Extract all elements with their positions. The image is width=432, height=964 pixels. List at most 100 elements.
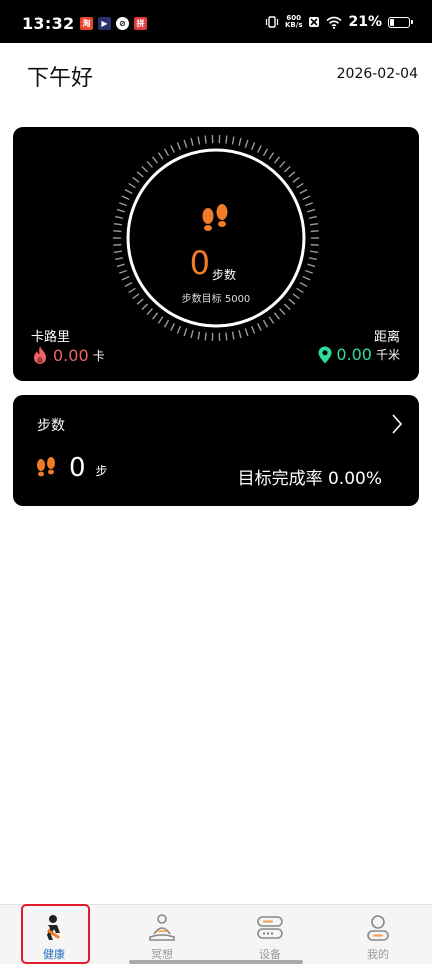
dial-tick xyxy=(113,250,123,254)
dial-tick xyxy=(163,319,170,328)
dial-tick xyxy=(124,281,133,287)
dial-tick xyxy=(257,145,262,153)
dial-ticks xyxy=(113,135,319,341)
dial-tick xyxy=(244,139,249,148)
dial-tick xyxy=(183,139,188,148)
dial-tick xyxy=(204,135,207,144)
sim-off-icon xyxy=(309,17,320,27)
dial-tick xyxy=(283,303,291,311)
dial-tick xyxy=(204,332,207,341)
dial-tick xyxy=(309,222,319,226)
distance-row: 0.00 千米 xyxy=(318,345,400,364)
notification-app-3-icon: ⊘ xyxy=(116,17,129,30)
flame-icon xyxy=(34,346,46,364)
steps-card-value: 0 xyxy=(69,453,86,483)
wifi-icon xyxy=(326,16,343,29)
dial-tick xyxy=(225,332,228,341)
dial-tick xyxy=(157,152,164,160)
chevron-right-icon[interactable] xyxy=(391,413,403,435)
dial-tick xyxy=(141,303,149,311)
dial-tick xyxy=(308,215,317,219)
dial-tick xyxy=(170,145,175,153)
dial-tick xyxy=(250,142,256,151)
calories-row: 0.00 卡 xyxy=(31,345,105,365)
dial-tick xyxy=(262,148,269,157)
calories-unit: 卡 xyxy=(92,348,105,363)
notification-app-2-icon: ▶ xyxy=(98,17,111,30)
net-speed-unit: KB/s xyxy=(285,21,303,29)
dial-tick xyxy=(299,281,308,287)
current-date: 2026-02-04 xyxy=(336,66,418,82)
dial-tick xyxy=(292,293,300,300)
calories-value: 0.00 xyxy=(53,345,89,365)
dial-tick xyxy=(118,202,127,207)
steps-card-title: 步数 xyxy=(37,418,65,434)
dial-tick xyxy=(152,312,159,320)
distance-label: 距离 xyxy=(373,330,400,345)
dial-tick xyxy=(299,189,308,195)
status-bar: 13:32 淘 ▶ ⊘ 拼 600 KB/s 21% xyxy=(0,0,432,43)
dial-tick xyxy=(146,308,153,316)
dial-tick xyxy=(292,176,300,183)
notification-icons: 淘 ▶ ⊘ 拼 xyxy=(80,17,147,30)
dial-tick xyxy=(307,263,316,268)
nav-tab-meditation[interactable]: 冥想 xyxy=(108,905,216,964)
dial-tick xyxy=(121,276,130,281)
dial-tick xyxy=(309,250,319,254)
dial-tick xyxy=(115,257,124,261)
dial-tick xyxy=(279,160,286,168)
greeting-title: 下午好 xyxy=(27,66,94,91)
status-right: 600 KB/s 21% xyxy=(265,14,413,30)
active-tab-highlight xyxy=(21,904,90,964)
dial-tick xyxy=(190,137,194,146)
dial-tick xyxy=(288,298,296,305)
dial-tick xyxy=(310,230,319,233)
dial-tick xyxy=(310,243,319,246)
dial-tick xyxy=(231,331,235,340)
nav-tab-profile[interactable]: 我的 xyxy=(324,905,432,964)
status-time: 13:32 xyxy=(22,14,75,33)
dial-tick xyxy=(132,293,140,300)
dial-tick xyxy=(141,165,149,173)
dial-tick xyxy=(244,328,249,337)
dial-tick xyxy=(231,136,235,145)
dial-tick xyxy=(279,308,286,316)
steps-unit: 步数 xyxy=(212,268,237,282)
nav-tab-profile-label: 我的 xyxy=(367,948,389,961)
dial-tick xyxy=(273,156,280,164)
home-indicator[interactable] xyxy=(129,960,303,964)
profile-icon xyxy=(367,915,389,941)
dial-tick xyxy=(283,165,291,173)
steps-detail-card[interactable]: 步数 0 步 目标完成率 0.00% xyxy=(13,395,419,506)
dial-tick xyxy=(146,160,153,168)
dial-tick xyxy=(163,148,170,157)
meditation-icon xyxy=(149,914,175,941)
dial-tick xyxy=(121,195,130,200)
battery-percent: 21% xyxy=(348,14,382,30)
steps-card-row: 0 步 xyxy=(35,453,108,483)
activity-summary-card[interactable] xyxy=(13,127,419,381)
footprints-small-icon xyxy=(37,457,55,477)
dial-tick xyxy=(296,287,304,294)
dial-tick xyxy=(225,135,228,144)
dial-tick xyxy=(305,202,314,207)
dial-tick xyxy=(250,325,256,334)
nav-tab-device[interactable]: 设备 xyxy=(216,905,324,964)
dial-tick xyxy=(288,171,296,178)
vibrate-icon xyxy=(265,16,279,28)
battery-icon xyxy=(388,16,413,28)
dial-tick xyxy=(176,325,182,334)
distance-unit: 千米 xyxy=(375,348,400,362)
dial-tick xyxy=(238,330,242,339)
dial-tick xyxy=(190,330,194,339)
dial-tick xyxy=(273,312,280,320)
notification-app-1-icon: 淘 xyxy=(80,17,93,30)
dial-tick xyxy=(268,316,275,324)
dial-tick xyxy=(238,137,242,146)
dial-tick xyxy=(116,263,125,268)
dial-tick xyxy=(113,243,122,246)
dial-tick xyxy=(136,171,144,178)
steps-count: 0 xyxy=(189,244,210,282)
dial-tick xyxy=(302,276,311,281)
footprints-icon xyxy=(202,204,228,231)
